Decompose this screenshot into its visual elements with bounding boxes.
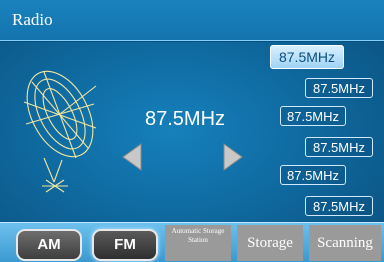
am-band-button[interactable]: AM [16,229,82,261]
current-frequency: 87.5MHz [144,108,226,130]
scanning-button[interactable]: Scanning [309,225,381,261]
preset-2-button[interactable]: 87.5MHz [305,78,373,98]
header-bar: Radio [0,0,384,41]
satellite-dish-icon [23,70,97,193]
preset-6-button[interactable]: 87.5MHz [305,196,373,216]
radio-screen: Radio 87.5MHz 87.5MHz 87.5MHz 87.5MHz 87… [0,0,384,262]
tune-up-arrow-icon[interactable] [222,142,244,172]
storage-button[interactable]: Storage [237,225,303,261]
preset-1-button[interactable]: 87.5MHz [270,45,344,69]
page-title: Radio [12,10,53,29]
preset-3-button[interactable]: 87.5MHz [280,106,346,126]
preset-5-button[interactable]: 87.5MHz [280,165,346,185]
bottom-toolbar: AM FM Automatic Storage Station Storage … [0,222,384,262]
preset-4-button[interactable]: 87.5MHz [305,137,373,157]
auto-storage-button[interactable]: Automatic Storage Station [165,225,231,261]
fm-band-button[interactable]: FM [92,229,158,261]
tune-down-arrow-icon[interactable] [121,142,143,172]
